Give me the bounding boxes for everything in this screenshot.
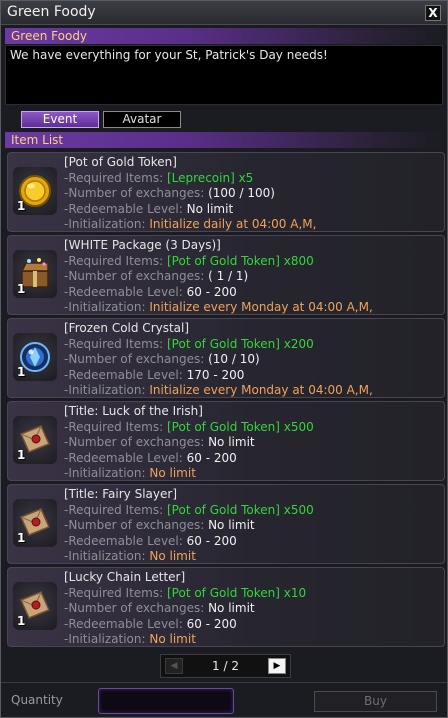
item-icon-slot[interactable]: 1 [13,416,57,464]
list-item[interactable]: 1 [Title: Luck of the Irish] -Required I… [7,401,445,481]
window-title: Green Foody [7,4,96,20]
exchanges-value: (10 / 10) [208,352,260,366]
list-item[interactable]: 1 [Lucky Chain Letter] -Required Items: … [7,567,445,647]
title-bar[interactable]: Green Foody X [1,1,447,25]
initialization-label: -Initialization: [64,217,150,231]
required-items-value: [Pot of Gold Token] x500 [166,419,314,434]
exchanges-value: No limit [208,601,255,615]
level-label: -Redeemable Level: [64,533,187,548]
level-value: No limit [186,201,234,216]
initialization-label: -Initialization: [64,383,150,397]
required-items-value: [Pot of Gold Token] x200 [166,336,314,351]
npc-description: We have everything for your St, Patrick'… [5,45,443,105]
exchanges-value: ( 1 / 1) [208,269,249,283]
item-list-header: Item List [5,132,443,148]
level-value: 60 - 200 [186,284,237,299]
level-label: -Redeemable Level: [64,450,187,465]
item-name: [WHITE Package (3 Days)] [64,238,221,252]
item-quantity: 1 [17,199,26,213]
item-quantity: 1 [17,531,26,545]
initialization-label: -Initialization: [64,549,150,563]
list-item[interactable]: 1 [Pot of Gold Token] -Required Items: [… [7,152,445,232]
exchanges-label: -Number of exchanges: [64,352,209,366]
item-name: [Lucky Chain Letter] [64,570,186,584]
npc-name: Green Foody [5,28,443,44]
buy-button[interactable]: Buy [314,691,437,712]
item-quantity: 1 [17,365,26,379]
quantity-input[interactable] [98,688,234,714]
quantity-label: Quantity [11,693,63,707]
exchanges-label: -Number of exchanges: [64,269,209,283]
tab-event[interactable]: Event [21,111,99,128]
required-items-value: [Pot of Gold Token] x500 [166,502,314,517]
level-label: -Redeemable Level: [64,616,187,631]
exchanges-label: -Number of exchanges: [64,518,209,532]
exchanges-value: No limit [208,435,255,449]
list-item[interactable]: 1 [Title: Fairy Slayer] -Required Items:… [7,484,445,564]
item-name: [Title: Luck of the Irish] [64,404,203,418]
initialization-value: No limit [149,632,196,646]
required-items-value: [Leprecoin] x5 [166,170,254,185]
pagination: ◀ 1 / 2 ▶ [160,654,291,678]
exchanges-label: -Number of exchanges: [64,435,209,449]
required-items-label: -Required Items: [64,170,167,185]
item-list: 1 [Pot of Gold Token] -Required Items: [… [7,152,445,647]
item-icon-slot[interactable]: 1 [13,333,57,381]
item-name: [Title: Fairy Slayer] [64,487,177,501]
item-quantity: 1 [17,282,26,296]
required-items-label: -Required Items: [64,253,167,268]
required-items-value: [Pot of Gold Token] x800 [166,253,314,268]
close-button[interactable]: X [425,5,441,21]
item-icon-slot[interactable]: 1 [13,582,57,630]
item-icon-slot[interactable]: 1 [13,250,57,298]
item-name: [Pot of Gold Token] [64,155,177,169]
required-items-value: [Pot of Gold Token] x10 [166,585,307,600]
initialization-value: Initialize daily at 04:00 A,M, [149,217,317,231]
initialization-value: No limit [149,549,196,563]
level-label: -Redeemable Level: [64,201,187,216]
initialization-label: -Initialization: [64,300,150,314]
level-label: -Redeemable Level: [64,284,187,299]
required-items-label: -Required Items: [64,336,167,351]
exchanges-value: No limit [208,518,255,532]
initialization-value: Initialize every Monday at 04:00 A,M, [149,383,373,397]
list-item[interactable]: 1 [Frozen Cold Crystal] -Required Items:… [7,318,445,398]
initialization-value: No limit [149,466,196,480]
tab-avatar[interactable]: Avatar [103,111,181,128]
next-page-button[interactable]: ▶ [268,658,286,674]
exchanges-label: -Number of exchanges: [64,186,209,200]
initialization-label: -Initialization: [64,632,150,646]
required-items-label: -Required Items: [64,419,167,434]
item-icon-slot[interactable]: 1 [13,167,57,215]
item-icon-slot[interactable]: 1 [13,499,57,547]
level-value: 60 - 200 [186,450,237,465]
level-label: -Redeemable Level: [64,367,187,382]
item-name: [Frozen Cold Crystal] [64,321,190,335]
level-value: 60 - 200 [186,533,237,548]
initialization-value: Initialize every Monday at 04:00 A,M, [149,300,373,314]
item-quantity: 1 [17,614,26,628]
shop-window: Green Foody X Green Foody We have everyt… [0,0,448,718]
initialization-label: -Initialization: [64,466,150,480]
required-items-label: -Required Items: [64,502,167,517]
level-value: 170 - 200 [186,367,245,382]
exchanges-label: -Number of exchanges: [64,601,209,615]
list-item[interactable]: 1 [WHITE Package (3 Days)] -Required Ite… [7,235,445,315]
exchanges-value: (100 / 100) [208,186,275,200]
footer-divider [1,682,447,683]
item-quantity: 1 [17,448,26,462]
required-items-label: -Required Items: [64,585,167,600]
level-value: 60 - 200 [186,616,237,631]
